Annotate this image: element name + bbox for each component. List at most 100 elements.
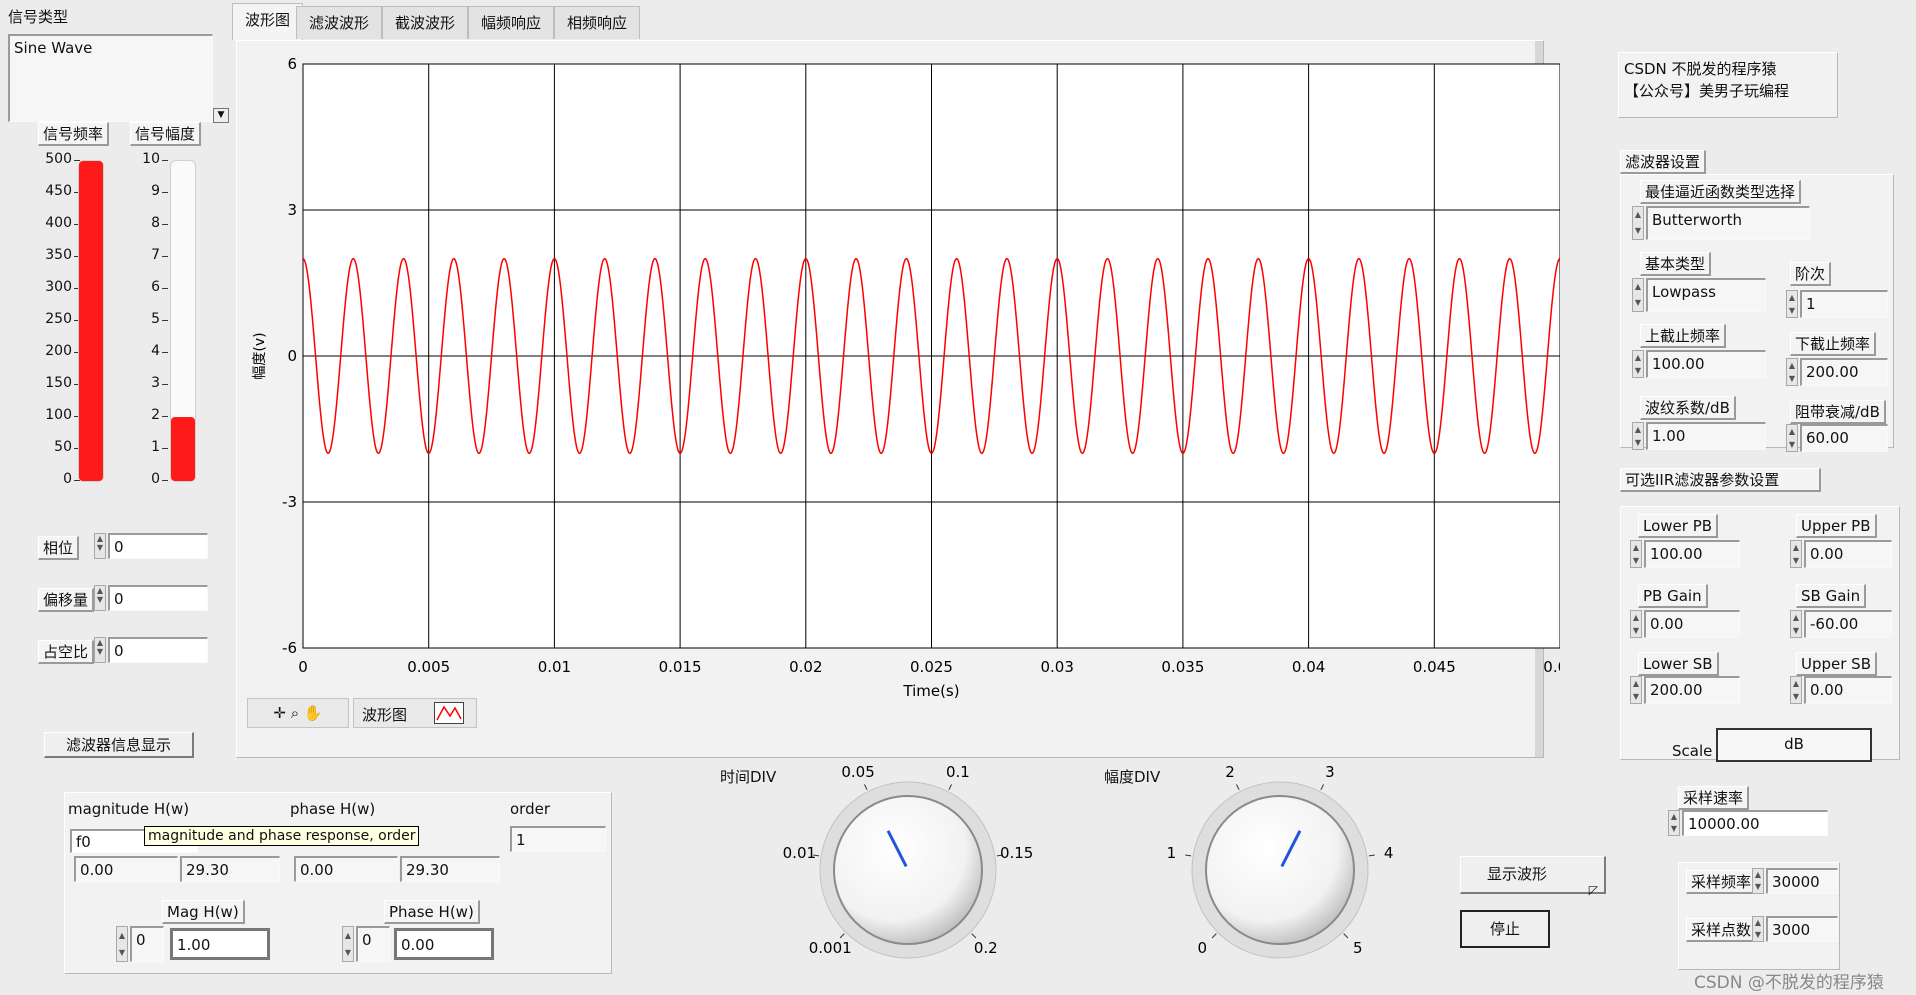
signal-type-selector[interactable]: Sine Wave	[8, 34, 213, 122]
sb-gain-spinner[interactable]: ▲ ▼	[1790, 610, 1802, 638]
iir-settings-label: 可选IIR滤波器参数设置	[1620, 468, 1822, 492]
offset-input[interactable]: 0	[108, 585, 208, 611]
graph-tools[interactable]: ✛ ⌕ ✋	[247, 698, 349, 728]
graph-palette: ✛ ⌕ ✋ 波形图	[247, 698, 477, 728]
order-spinner[interactable]: ▲ ▼	[1786, 290, 1798, 318]
amp-tick-mark	[1320, 784, 1325, 791]
best-fit-select[interactable]: Butterworth	[1646, 206, 1810, 240]
tab-5[interactable]: 相频响应	[554, 6, 641, 39]
tab-3[interactable]: 截波波形	[382, 6, 469, 39]
ripple-input[interactable]: 1.00	[1646, 422, 1766, 450]
amp-tick-label: 4	[1384, 844, 1394, 862]
upper-sb-spinner[interactable]: ▲ ▼	[1790, 676, 1802, 704]
time-knob-body[interactable]	[833, 795, 983, 945]
tab-4[interactable]: 幅频响应	[468, 6, 555, 39]
amp-tick-label: 3	[1325, 763, 1335, 781]
x-tick-label: 0.035	[1161, 658, 1204, 676]
upper-cut-input[interactable]: 100.00	[1646, 350, 1766, 378]
time-tick-mark	[971, 933, 977, 939]
tab-2[interactable]: 滤波波形	[296, 6, 383, 39]
lower-pb-input[interactable]: 100.00	[1644, 540, 1740, 568]
freq-slider-track[interactable]	[78, 160, 104, 482]
phase-index[interactable]: 0	[356, 926, 390, 962]
tab-1[interactable]: 波形图	[232, 3, 304, 40]
zoom-icon[interactable]: ⌕	[291, 704, 299, 722]
amp-tick-label: 2	[1225, 763, 1235, 781]
upper-cut-spinner[interactable]: ▲ ▼	[1632, 350, 1644, 378]
phase-index-spinner[interactable]: ▲ ▼	[342, 926, 354, 962]
offset-spinner[interactable]: ▲ ▼	[94, 585, 106, 611]
lower-pb-spinner[interactable]: ▲ ▼	[1630, 540, 1642, 568]
x-axis-label: Time(s)	[902, 682, 959, 700]
time-tick-label: 0.05	[841, 763, 874, 781]
plot-legend[interactable]: 波形图	[353, 698, 477, 728]
phase-spinner[interactable]: ▲ ▼	[94, 533, 106, 559]
ripple-spinner[interactable]: ▲ ▼	[1632, 422, 1644, 450]
stopband-spinner[interactable]: ▲ ▼	[1786, 424, 1798, 452]
freq-tick-label: 300	[45, 279, 72, 295]
filter-info-button[interactable]: 滤波器信息显示	[44, 732, 194, 758]
order-input[interactable]: 1	[1800, 290, 1888, 318]
amp-tick-mark	[1368, 854, 1375, 857]
amp-tick-mark	[1235, 784, 1240, 791]
lower-sb-input[interactable]: 200.00	[1644, 676, 1740, 704]
phase-label: 相位	[38, 536, 80, 560]
lower-cut-input[interactable]: 200.00	[1800, 358, 1888, 386]
freq-tick-label: 150	[45, 375, 72, 391]
sample-count-input[interactable]: 3000	[1766, 916, 1838, 942]
sample-count-spinner[interactable]: ▲ ▼	[1752, 916, 1764, 942]
amp-div-knob[interactable]: 0 1 2 3 4 5	[1140, 760, 1420, 990]
upper-cut-label: 上截止频率	[1640, 324, 1727, 348]
phase-input[interactable]: 0	[108, 533, 208, 559]
sample-freq-spinner[interactable]: ▲ ▼	[1752, 868, 1764, 894]
time-div-knob[interactable]: 0.001 0.01 0.05 0.1 0.15 0.2	[768, 760, 1048, 990]
upper-pb-input[interactable]: 0.00	[1804, 540, 1892, 568]
sample-freq-input[interactable]: 30000	[1766, 868, 1838, 894]
time-tick-label: 0.001	[809, 939, 852, 957]
phase-hw-label: Phase H(w)	[384, 900, 480, 924]
cursor-move-icon[interactable]: ✛	[273, 704, 286, 722]
pan-hand-icon[interactable]: ✋	[304, 704, 323, 722]
stopband-input[interactable]: 60.00	[1800, 424, 1888, 452]
mag-index[interactable]: 0	[130, 926, 164, 962]
upper-pb-spinner[interactable]: ▲ ▼	[1790, 540, 1802, 568]
amp-scale-menu-icon[interactable]: ▼	[213, 108, 229, 123]
mag-array-cell-2: 29.30	[180, 856, 280, 882]
sample-rate-input[interactable]: 10000.00	[1682, 810, 1828, 836]
duty-input[interactable]: 0	[108, 637, 208, 663]
time-tick-mark	[839, 933, 845, 939]
waveform-chart[interactable]: 0 0.005 0.01 0.015 0.02 0.025 0.03 0.035 0.04 0.0…	[240, 44, 1560, 704]
time-tick-label: 0.2	[974, 939, 998, 957]
sb-gain-input[interactable]: -60.00	[1804, 610, 1892, 638]
magnitude-label: magnitude H(w)	[68, 800, 190, 818]
stop-button[interactable]: 停止	[1460, 910, 1550, 948]
x-tick-label: 0	[298, 658, 308, 676]
pb-gain-spinner[interactable]: ▲ ▼	[1630, 610, 1642, 638]
stopband-label: 阻带衰减/dB	[1790, 400, 1886, 424]
x-tick-label: 0.03	[1040, 658, 1073, 676]
scale-select[interactable]: dB	[1716, 728, 1872, 762]
amp-slider-track[interactable]	[170, 160, 196, 482]
duty-spinner[interactable]: ▲ ▼	[94, 637, 106, 663]
amp-knob-body[interactable]	[1205, 795, 1355, 945]
upper-sb-input[interactable]: 0.00	[1804, 676, 1892, 704]
show-wave-button[interactable]: 显示波形 ◸	[1460, 856, 1606, 897]
amp-tick-mark	[162, 448, 168, 449]
sample-rate-label: 采样速率	[1678, 786, 1750, 810]
x-tick-label: 0.005	[407, 658, 450, 676]
basic-type-select[interactable]: Lowpass	[1646, 278, 1766, 312]
phase-response-label: phase H(w)	[290, 800, 376, 818]
sample-rate-spinner[interactable]: ▲ ▼	[1668, 810, 1680, 836]
y-tick-label: -3	[282, 493, 297, 511]
amp-tick-label: 7	[151, 247, 160, 263]
pb-gain-input[interactable]: 0.00	[1644, 610, 1740, 638]
amp-tick-mark	[162, 192, 168, 193]
basic-type-spinner[interactable]: ▲ ▼	[1632, 278, 1644, 312]
best-fit-spinner[interactable]: ▲ ▼	[1632, 206, 1644, 240]
lower-sb-spinner[interactable]: ▲ ▼	[1630, 676, 1642, 704]
lower-cut-spinner[interactable]: ▲ ▼	[1786, 358, 1798, 386]
mag-index-spinner[interactable]: ▲ ▼	[116, 926, 128, 962]
phase-array-cell-2: 29.30	[400, 856, 500, 882]
time-tick-label: 0.15	[1000, 844, 1033, 862]
ripple-label: 波纹系数/dB	[1640, 396, 1736, 420]
